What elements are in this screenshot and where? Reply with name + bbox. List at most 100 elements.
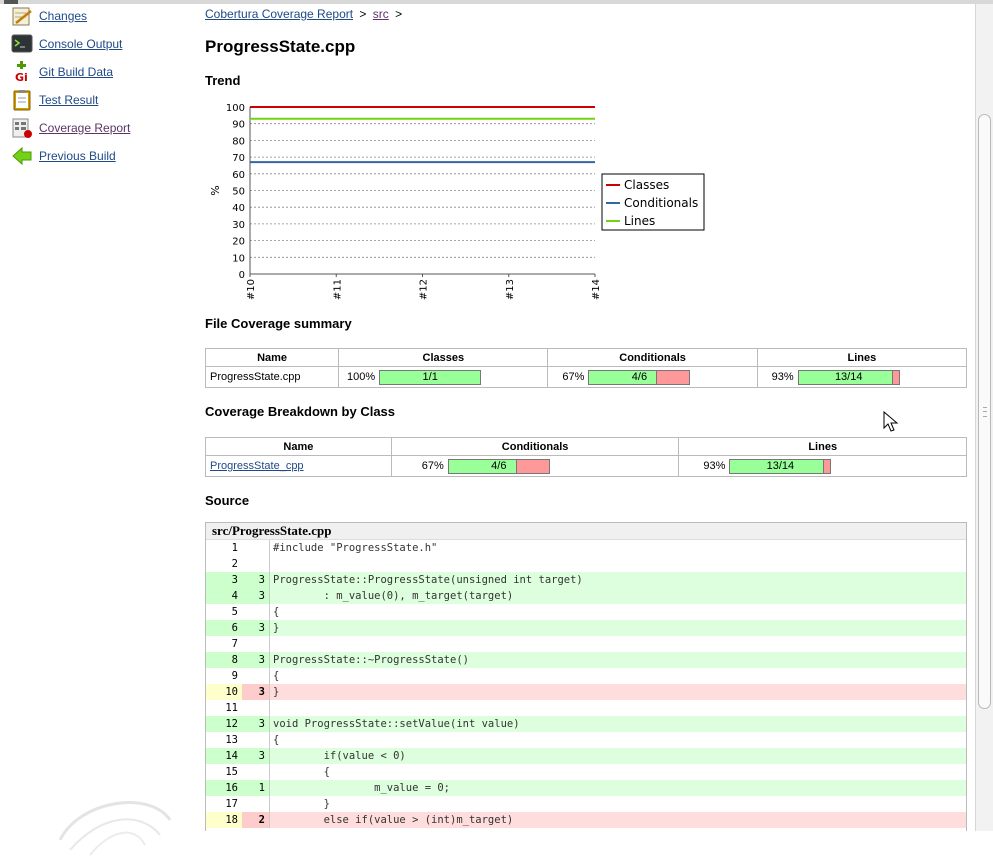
source-line: 3 3 ProgressState::ProgressState(unsigned … xyxy=(206,572,966,588)
source-line: 15 { xyxy=(206,764,966,780)
column-header: Name xyxy=(204,348,340,367)
sidebar: Changes Console Output Gi Git Build Data… xyxy=(0,4,190,831)
hit-count: 3 xyxy=(242,572,270,588)
code-text: { xyxy=(273,670,280,682)
column-header: Lines xyxy=(756,348,968,367)
breadcrumb-root-link[interactable]: Cobertura Coverage Report xyxy=(205,7,353,21)
source-line: 6 3} xyxy=(206,620,966,636)
class-link[interactable]: ProgressState_cpp xyxy=(210,460,304,472)
percentage: 67% xyxy=(562,371,585,383)
line-number: 14 xyxy=(206,748,242,764)
code-text: #include "ProgressState.h" xyxy=(273,542,438,554)
sidebar-item-label[interactable]: Console Output xyxy=(39,37,122,51)
source-line: 7 xyxy=(206,636,966,652)
source-line: 17 } xyxy=(206,796,966,812)
legend-label: Lines xyxy=(624,214,655,228)
hit-count xyxy=(242,540,270,556)
code-text: if(value < 0) xyxy=(273,750,406,762)
y-tick-label: 10 xyxy=(232,253,245,264)
source-line: 1 #include "ProgressState.h" xyxy=(206,540,966,556)
back-arrow-icon xyxy=(11,145,33,167)
line-number: 1 xyxy=(231,542,238,554)
x-tick-label: #10 xyxy=(246,279,257,300)
y-tick-label: 20 xyxy=(232,237,245,248)
source-line: 2 xyxy=(206,556,966,572)
column-header: Classes xyxy=(338,348,549,367)
sidebar-item-console-output[interactable]: Console Output xyxy=(11,32,122,56)
y-tick-label: 90 xyxy=(232,120,245,131)
conditionals-cell: 67% 4/6 xyxy=(547,366,758,388)
x-tick-label: #14 xyxy=(591,279,602,300)
breadcrumb: Cobertura Coverage Report > src > xyxy=(205,7,405,21)
class-breakdown-table: Name Conditionals Lines ProgressState_cp… xyxy=(205,437,967,477)
vertical-scrollbar[interactable] xyxy=(975,4,993,831)
coverage-bar-label: 13/14 xyxy=(766,459,795,472)
coverage-bar-label: 13/14 xyxy=(834,370,863,383)
scrollbar-thumb[interactable] xyxy=(978,114,991,709)
sidebar-item-label[interactable]: Previous Build xyxy=(39,149,116,163)
sidebar-item-changes[interactable]: Changes xyxy=(11,4,87,28)
sidebar-item-label[interactable]: Changes xyxy=(39,9,87,23)
y-tick-label: 50 xyxy=(232,187,245,198)
hit-count xyxy=(242,556,270,572)
coverage-trend-chart: 0 10 20 30 40 50 60 70 80 90 100% #10 #11 #12 #13 #14 Cl… xyxy=(209,103,705,300)
table-row: ProgressState_cpp 67% 4/6 93% 13/14 xyxy=(205,455,967,477)
hit-count xyxy=(242,732,270,748)
line-number: 10 xyxy=(206,684,242,700)
classes-cell: 100% 1/1 xyxy=(338,366,549,388)
coverage-bar: 13/14 xyxy=(797,369,900,385)
source-line: 12 3 void ProgressState::setValue(int valu… xyxy=(206,716,966,732)
y-tick-label: 40 xyxy=(232,203,245,214)
code-text: } xyxy=(273,686,280,698)
percentage: 67% xyxy=(421,460,444,472)
coverage-bar: 1/1 xyxy=(379,369,482,385)
line-number: 12 xyxy=(206,716,242,732)
source-line: 5{ xyxy=(206,604,966,620)
line-number: 4 xyxy=(206,588,242,604)
hit-count: 1 xyxy=(242,780,270,796)
sidebar-item-label[interactable]: Git Build Data xyxy=(39,65,113,79)
line-number: 15 xyxy=(225,766,238,778)
sidebar-item-git-build-data[interactable]: Gi Git Build Data xyxy=(11,60,113,84)
page-title: ProgressState.cpp xyxy=(205,37,356,56)
table-row: ProgressState.cpp 100% 1/1 67% 4/6 93% 13/1… xyxy=(204,366,968,388)
sidebar-item-label[interactable]: Test Result xyxy=(39,93,98,107)
git-icon: Gi xyxy=(11,61,33,84)
code-text: : m_value(0), m_target(target) xyxy=(273,590,514,602)
source-code-view: src/ProgressState.cpp 1 #include "Progres… xyxy=(205,522,967,831)
table-header-row: Name Conditionals Lines xyxy=(205,437,967,456)
legend-label: Conditionals xyxy=(624,196,698,210)
breadcrumb-separator: > xyxy=(395,7,403,21)
sidebar-item-test-result[interactable]: Test Result xyxy=(11,88,98,112)
hit-count xyxy=(242,700,270,716)
breadcrumb-src-link[interactable]: src xyxy=(373,7,389,21)
source-line: 13 { xyxy=(206,732,966,748)
x-tick-label: #12 xyxy=(419,279,430,300)
hit-count: 2 xyxy=(242,812,270,828)
sidebar-item-label[interactable]: Coverage Report xyxy=(39,121,130,135)
coverage-bar: 4/6 xyxy=(447,458,550,474)
file-name-cell: ProgressState.cpp xyxy=(204,366,340,388)
y-tick-label: 0 xyxy=(239,270,245,281)
code-text: m_value = 0; xyxy=(273,782,451,794)
coverage-bar-label: 1/1 xyxy=(422,370,438,383)
file-coverage-table: Name Classes Conditionals Lines Progress… xyxy=(204,348,968,388)
code-text: } xyxy=(273,798,330,810)
code-text: void ProgressState::setValue(int value) xyxy=(273,718,520,730)
source-line: 43 : m_value(0), m_target(target) xyxy=(206,588,966,604)
line-number: 17 xyxy=(225,798,238,810)
code-text: { xyxy=(273,766,330,778)
hit-count: 3 xyxy=(242,748,270,764)
y-tick-label: 100 xyxy=(226,103,245,114)
sidebar-item-coverage-report[interactable]: Coverage Report xyxy=(11,116,130,140)
column-header: Conditionals xyxy=(390,437,680,456)
line-number: 7 xyxy=(231,638,238,650)
x-tick-label: #11 xyxy=(332,279,343,300)
percentage: 93% xyxy=(771,371,794,383)
notepad-pencil-icon xyxy=(11,5,33,27)
line-number: 16 xyxy=(206,780,242,796)
scrollbar-grip-icon xyxy=(983,407,987,417)
file-summary-heading: File Coverage summary xyxy=(205,316,352,331)
sidebar-item-previous-build[interactable]: Previous Build xyxy=(11,144,116,168)
